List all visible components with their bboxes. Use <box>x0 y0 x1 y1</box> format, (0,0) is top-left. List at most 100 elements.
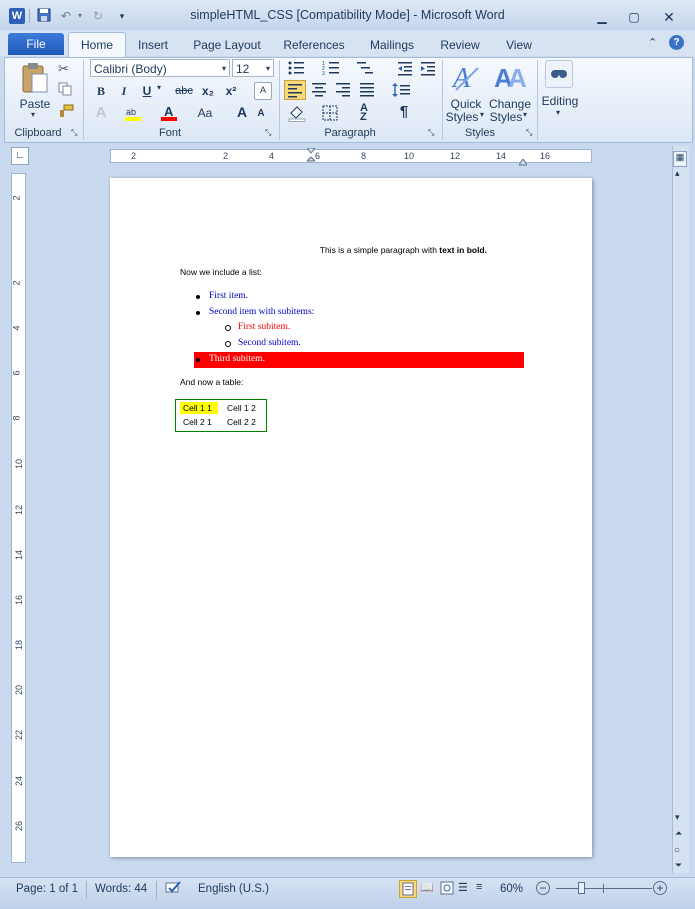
change-case-button[interactable]: Aa <box>194 104 216 122</box>
sub-list-item[interactable]: Second subitem. <box>238 338 301 348</box>
subscript-button[interactable]: x₂ <box>198 82 218 100</box>
shrink-font-button[interactable]: A <box>254 105 268 123</box>
select-browse-object-icon[interactable]: ○ <box>674 845 680 856</box>
bullet-icon <box>196 295 200 299</box>
ruler-number: 24 <box>14 775 25 787</box>
bold-button[interactable]: B <box>92 82 110 100</box>
copy-icon[interactable] <box>58 82 72 99</box>
table-cell[interactable]: Cell 1 1 <box>183 403 212 413</box>
change-styles-icon[interactable]: AA <box>494 60 527 94</box>
page-count-status[interactable]: Page: 1 of 1 <box>16 883 78 895</box>
increase-indent-icon[interactable] <box>420 60 436 79</box>
tab-file[interactable]: File <box>8 33 64 55</box>
align-right-icon[interactable] <box>335 82 351 101</box>
tab-selector-button[interactable]: ∟ <box>11 147 29 165</box>
quick-styles-label-2[interactable]: Styles <box>444 108 480 126</box>
ruler-number: 2 <box>131 151 137 161</box>
scroll-up-icon[interactable]: ▴ <box>675 168 680 179</box>
align-center-icon[interactable] <box>311 82 327 101</box>
close-button[interactable]: ✕ <box>657 8 681 26</box>
zoom-in-icon[interactable]: + <box>653 881 667 895</box>
italic-button[interactable]: I <box>115 82 133 100</box>
paragraph-1[interactable]: This is a simple paragraph with text in … <box>110 245 592 255</box>
show-formatting-button[interactable]: ¶ <box>396 103 412 121</box>
sort-icon[interactable]: AZ <box>360 103 368 123</box>
format-painter-icon[interactable] <box>58 104 74 121</box>
highlight-icon[interactable]: ab <box>124 104 142 122</box>
table-intro[interactable]: And now a table: <box>180 377 243 387</box>
tab-mailings[interactable]: Mailings <box>362 36 422 54</box>
tab-insert[interactable]: Insert <box>130 36 176 54</box>
underline-button[interactable]: U <box>138 82 156 100</box>
superscript-button[interactable]: x² <box>221 82 241 100</box>
previous-page-icon[interactable]: ⏶ <box>675 828 682 839</box>
list-item[interactable]: First item. <box>209 291 248 301</box>
right-indent-marker-icon[interactable] <box>518 156 528 166</box>
strikethrough-button[interactable]: abc <box>172 82 196 100</box>
tab-references[interactable]: References <box>278 36 350 54</box>
paragraph-launcher-icon[interactable]: ⤡ <box>428 128 434 138</box>
font-name-combo[interactable]: Calibri (Body) ▾ <box>90 59 230 77</box>
editing-icon[interactable] <box>545 60 573 88</box>
font-size-combo[interactable]: 12 ▾ <box>232 59 274 77</box>
text-effects-icon[interactable]: A <box>92 104 110 122</box>
multilevel-list-icon[interactable] <box>356 60 374 79</box>
proofing-icon[interactable] <box>164 880 182 899</box>
underline-dropdown-icon[interactable]: ▾ <box>157 83 161 92</box>
numbering-icon[interactable]: 123 <box>322 60 340 79</box>
document-page[interactable]: This is a simple paragraph with text in … <box>110 178 592 857</box>
list-intro[interactable]: Now we include a list: <box>180 267 262 277</box>
shading-icon[interactable] <box>288 104 306 125</box>
svg-text:ab: ab <box>126 107 136 117</box>
table-cell[interactable]: Cell 1 2 <box>227 403 256 413</box>
print-layout-button[interactable] <box>399 880 417 898</box>
outline-view-icon[interactable]: ☰ <box>458 881 468 894</box>
clear-formatting-icon[interactable]: A <box>254 82 272 100</box>
paragraph-1-bold-text: text in bold. <box>439 245 487 255</box>
bullets-icon[interactable] <box>287 60 305 79</box>
clipboard-launcher-icon[interactable]: ⤡ <box>71 128 77 138</box>
help-icon[interactable]: ? <box>669 35 684 50</box>
scroll-down-icon[interactable]: ▾ <box>675 812 680 823</box>
font-launcher-icon[interactable]: ⤡ <box>265 128 271 138</box>
justify-icon[interactable] <box>359 82 375 101</box>
table-cell[interactable]: Cell 2 2 <box>227 417 256 427</box>
zoom-slider-thumb[interactable] <box>578 882 585 894</box>
language-status[interactable]: English (U.S.) <box>198 883 269 895</box>
horizontal-ruler[interactable]: 2 2 4 6 8 10 12 14 16 <box>110 147 592 166</box>
view-ruler-button[interactable]: ▦ <box>673 151 687 167</box>
zoom-out-icon[interactable]: − <box>536 881 550 895</box>
next-page-icon[interactable]: ⏷ <box>675 860 682 871</box>
paste-dropdown-icon[interactable]: ▾ <box>31 110 35 119</box>
grow-font-button[interactable]: A <box>234 103 250 121</box>
borders-icon[interactable] <box>322 105 338 124</box>
tab-home[interactable]: Home <box>68 32 126 59</box>
list-item[interactable]: Second item with subitems: <box>209 307 314 317</box>
tab-review[interactable]: Review <box>434 36 486 54</box>
change-styles-label-2[interactable]: Styles <box>488 108 524 126</box>
vertical-scrollbar[interactable] <box>672 146 689 873</box>
minimize-ribbon-icon[interactable]: ⌃ <box>648 36 657 49</box>
restore-button[interactable]: ▢ <box>622 8 646 26</box>
draft-view-icon[interactable]: ≡ <box>476 881 482 893</box>
align-left-button[interactable] <box>284 80 306 100</box>
tab-page-layout[interactable]: Page Layout <box>188 36 266 54</box>
zoom-level[interactable]: 60% <box>500 883 523 895</box>
web-layout-icon[interactable] <box>440 880 454 899</box>
zoom-slider-track[interactable] <box>556 888 652 889</box>
minimize-button[interactable]: ▁ <box>590 8 614 26</box>
sub-list-item[interactable]: First subitem. <box>238 322 290 332</box>
styles-launcher-icon[interactable]: ⤡ <box>526 128 532 138</box>
line-spacing-icon[interactable] <box>392 82 412 101</box>
tab-view[interactable]: View <box>498 36 540 54</box>
word-count-status[interactable]: Words: 44 <box>95 883 147 895</box>
full-screen-reading-icon[interactable]: 📖 <box>420 881 434 894</box>
cut-icon[interactable]: ✂ <box>58 61 69 77</box>
table-cell[interactable]: Cell 2 1 <box>183 417 212 427</box>
left-indent-marker-icon[interactable] <box>305 147 317 164</box>
font-color-icon[interactable]: A <box>160 104 178 122</box>
quick-styles-icon[interactable]: A <box>450 60 482 94</box>
decrease-indent-icon[interactable] <box>397 60 413 79</box>
ruler-number: 16 <box>540 151 551 161</box>
paste-icon[interactable] <box>20 62 50 94</box>
